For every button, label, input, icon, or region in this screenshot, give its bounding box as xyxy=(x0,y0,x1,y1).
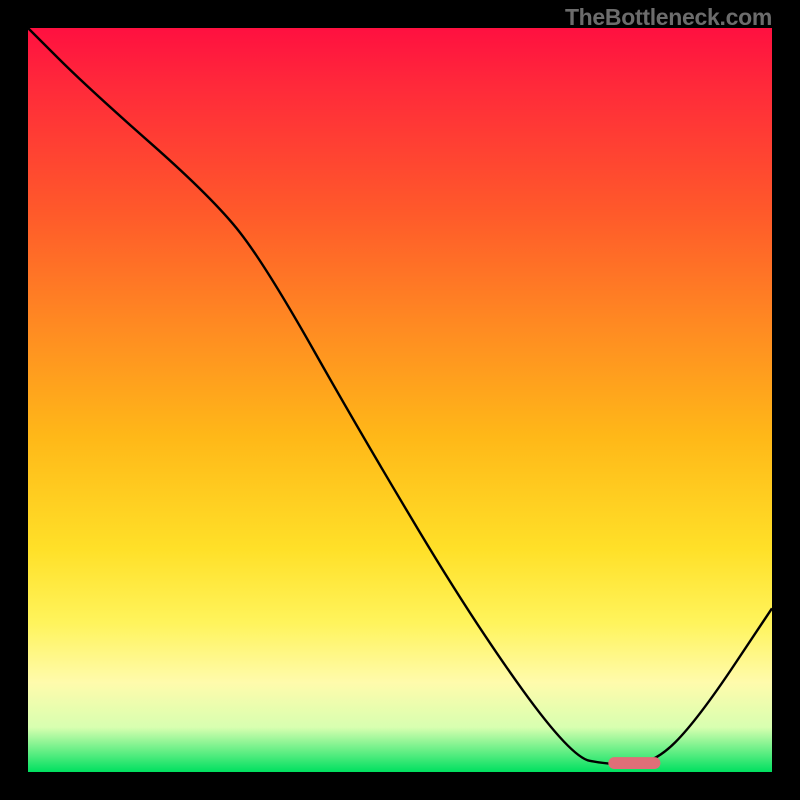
curve-path xyxy=(28,28,772,765)
marker-segment xyxy=(608,757,660,769)
chart-svg xyxy=(28,28,772,772)
watermark: TheBottleneck.com xyxy=(565,4,772,31)
chart-container: TheBottleneck.com xyxy=(0,0,800,800)
